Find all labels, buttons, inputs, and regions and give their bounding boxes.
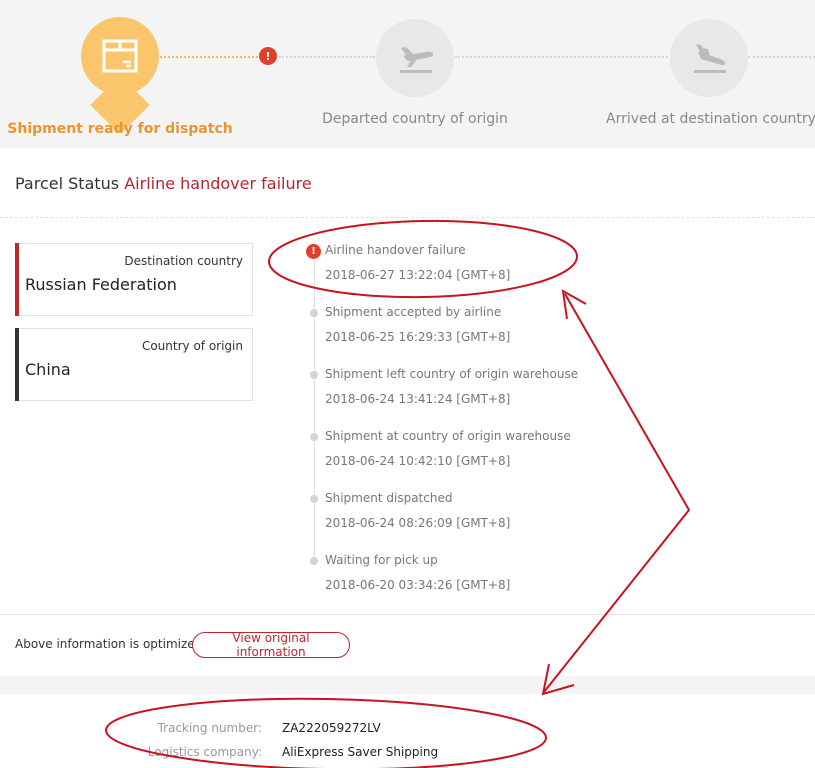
event-time: 2018-06-20 03:34:26 [GMT+8] [325, 578, 511, 592]
timeline-dot [310, 495, 318, 503]
step-label-departed: Departed country of origin [322, 111, 508, 127]
parcel-status-value: Airline handover failure [124, 174, 312, 193]
destination-country-card: Destination country Russian Federation [15, 243, 253, 316]
tracking-number-label: Tracking number: [157, 721, 262, 735]
alert-icon: ! [306, 244, 321, 259]
parcel-status: Parcel Status Airline handover failure [15, 174, 312, 193]
event-title: Shipment dispatched [325, 491, 453, 505]
progress-connector [455, 56, 668, 58]
progress-header: ! Shipment ready for dispatch Departed c… [0, 0, 815, 148]
step-departed-origin [376, 19, 454, 97]
step-arrived-destination [670, 19, 748, 97]
destination-country-label: Destination country [124, 254, 243, 268]
parcel-status-label: Parcel Status [15, 174, 120, 193]
logistics-company-label: Logistics company: [147, 745, 262, 759]
tracking-number-value: ZA222059272LV [282, 721, 381, 735]
progress-alert-icon: ! [259, 47, 277, 65]
section-divider [0, 217, 815, 218]
annotation-arrow-line [543, 293, 690, 693]
logistics-company-value: AliExpress Saver Shipping [282, 745, 439, 759]
event-time: 2018-06-24 13:41:24 [GMT+8] [325, 392, 511, 406]
timeline-dot [310, 433, 318, 441]
origin-country-card: Country of origin China [15, 328, 253, 401]
card-accent-bar [15, 328, 19, 401]
event-time: 2018-06-24 10:42:10 [GMT+8] [325, 454, 511, 468]
view-original-button[interactable]: View original information [192, 631, 350, 659]
event-title: Airline handover failure [325, 243, 466, 257]
annotation-arrowhead-top [561, 289, 587, 320]
event-title: Shipment left country of origin warehous… [325, 367, 579, 381]
event-time: 2018-06-24 08:26:09 [GMT+8] [325, 516, 511, 530]
timeline-dot [310, 557, 318, 565]
timeline-line [314, 258, 315, 560]
origin-country-label: Country of origin [141, 339, 243, 353]
origin-country-value: China [25, 360, 71, 379]
progress-connector [748, 56, 815, 58]
footer-divider [0, 614, 815, 615]
card-accent-bar [15, 243, 19, 316]
plane-takeoff-icon [400, 47, 434, 73]
progress-connector-done [160, 56, 258, 58]
event-time: 2018-06-27 13:22:04 [GMT+8] [325, 268, 511, 282]
plane-landing-icon [694, 44, 726, 73]
step-label-arrived: Arrived at destination country [606, 111, 815, 127]
step-ready-for-dispatch [81, 17, 159, 95]
package-icon [102, 39, 138, 73]
event-time: 2018-06-25 16:29:33 [GMT+8] [325, 330, 511, 344]
section-band [0, 676, 815, 694]
timeline-dot [310, 371, 318, 379]
progress-connector [279, 56, 375, 58]
event-title: Waiting for pick up [325, 553, 438, 567]
optimized-notice: Above information is optimized [15, 637, 203, 651]
event-title: Shipment at country of origin warehouse [325, 429, 571, 443]
timeline-dot [310, 309, 318, 317]
event-title: Shipment accepted by airline [325, 305, 502, 319]
destination-country-value: Russian Federation [25, 275, 177, 294]
step-label-ready: Shipment ready for dispatch [7, 121, 233, 137]
